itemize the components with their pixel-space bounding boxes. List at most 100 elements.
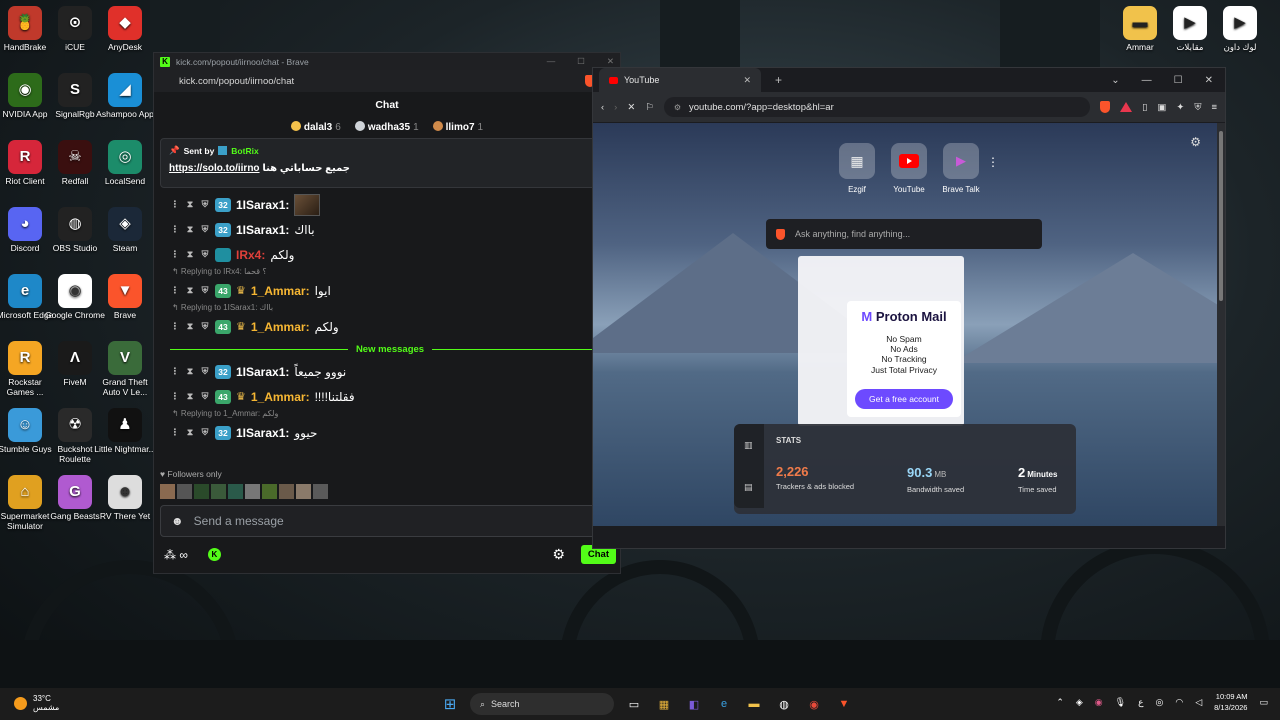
tray-app-icon[interactable]: ◈ bbox=[1076, 697, 1083, 708]
chatter-avatar[interactable] bbox=[194, 484, 209, 499]
leaderboard-entry[interactable]: llimo7 1 bbox=[432, 121, 483, 133]
vpn-icon[interactable]: ⛨ bbox=[1194, 102, 1201, 113]
reply-context[interactable]: ↰ Replying to 1ISarax1: بااك bbox=[170, 303, 610, 314]
language-indicator[interactable]: ع bbox=[1138, 697, 1143, 708]
desktop-app-icon[interactable]: V Grand Theft Auto V Le... bbox=[94, 341, 156, 398]
bot-name[interactable]: BotRix bbox=[231, 146, 258, 156]
brave-rewards-icon[interactable] bbox=[1120, 102, 1133, 112]
chat-message[interactable]: ⋮ ⧗ ⛨ 32 1ISarax1: نووو جميعاً bbox=[170, 359, 610, 384]
timeout-icon[interactable]: ⧗ bbox=[185, 391, 195, 402]
username[interactable]: 1ISarax1: bbox=[236, 223, 289, 237]
timeout-icon[interactable]: ⧗ bbox=[185, 249, 195, 260]
ad-cta-button[interactable]: Get a free account bbox=[855, 389, 953, 409]
chatter-avatar[interactable] bbox=[160, 484, 175, 499]
reply-context[interactable]: ↰ Replying to 1_Ammar: ولكم bbox=[170, 409, 610, 420]
chat-message[interactable]: ⋮ ⧗ ⛨ 43 ♛ 1_Ammar: !!!!فقلتنا bbox=[170, 384, 610, 409]
windows-start-icon[interactable]: ⊞ bbox=[440, 694, 460, 714]
leaderboard-entry[interactable]: wadha35 1 bbox=[354, 121, 419, 133]
chat-message[interactable]: ⋮ ⧗ ⛨ 43 ♛ 1_Ammar: ولكم bbox=[170, 314, 610, 339]
back-icon[interactable]: ‹ bbox=[601, 102, 604, 113]
desktop-app-icon[interactable]: ▼ Brave bbox=[94, 274, 156, 321]
username[interactable]: 1_Ammar: bbox=[251, 390, 310, 404]
stats-chart-icon[interactable]: ▥ bbox=[744, 440, 753, 451]
chat-address-bar[interactable]: kick.com/popout/iirnoo/chat bbox=[154, 70, 620, 92]
maximize-button[interactable]: ☐ bbox=[577, 56, 585, 67]
username[interactable]: IRx4: bbox=[236, 248, 265, 262]
username[interactable]: 1_Ammar: bbox=[251, 320, 310, 334]
edge-icon[interactable]: e bbox=[714, 694, 734, 714]
desktop-app-icon[interactable]: ▶ لوك داون bbox=[1209, 6, 1271, 53]
message-menu-icon[interactable]: ⋮ bbox=[170, 391, 180, 402]
tab-search-icon[interactable]: ⌄ bbox=[1111, 75, 1119, 86]
chat-message[interactable]: ⋮ ⧗ ⛨ 32 1ISarax1: بااك bbox=[170, 217, 610, 242]
message-menu-icon[interactable]: ⋮ bbox=[170, 321, 180, 332]
chatter-avatar[interactable] bbox=[245, 484, 260, 499]
timeout-icon[interactable]: ⧗ bbox=[185, 366, 195, 377]
microphone-icon[interactable]: 🎙 bbox=[1115, 697, 1126, 708]
clock[interactable]: 10:09 AM 8/13/2026 bbox=[1214, 692, 1247, 713]
address-bar[interactable]: ⚙ youtube.com/?app=desktop&hl=ar bbox=[663, 97, 1091, 117]
tray-app-icon[interactable]: ◉ bbox=[1095, 697, 1103, 708]
chatter-avatar[interactable] bbox=[296, 484, 311, 499]
menu-icon[interactable]: ≡ bbox=[1211, 102, 1217, 113]
maximize-button[interactable]: ☐ bbox=[1174, 75, 1183, 86]
timeout-icon[interactable]: ⧗ bbox=[185, 224, 195, 235]
widgets-icon[interactable]: ▦ bbox=[654, 694, 674, 714]
chat-message[interactable]: ⋮ ⧗ ⛨ 43 ♛ 1_Ammar: ايوا bbox=[170, 278, 610, 303]
pinned-link[interactable]: https://solo.to/iirno bbox=[169, 163, 260, 174]
top-site-tile[interactable]: ▦ Ezgif bbox=[837, 143, 877, 194]
stop-loading-icon[interactable]: ✕ bbox=[627, 102, 635, 113]
tab-youtube[interactable]: YouTube ✕ bbox=[599, 68, 761, 92]
username[interactable]: 1ISarax1: bbox=[236, 365, 289, 379]
new-tab-button[interactable]: + bbox=[775, 73, 782, 87]
message-menu-icon[interactable]: ⋮ bbox=[170, 249, 180, 260]
chat-message[interactable]: ⋮ ⧗ ⛨ 32 1ISarax1: bbox=[170, 192, 610, 217]
site-info-icon[interactable]: ⚙ bbox=[674, 103, 681, 112]
message-menu-icon[interactable]: ⋮ bbox=[170, 224, 180, 235]
desktop-app-icon[interactable]: ☻ RV There Yet bbox=[94, 475, 156, 522]
wallet-icon[interactable]: ▣ bbox=[1157, 102, 1166, 113]
leo-ai-icon[interactable]: ✦ bbox=[1176, 102, 1184, 113]
close-button[interactable]: ✕ bbox=[607, 56, 614, 67]
close-button[interactable]: ✕ bbox=[1205, 75, 1213, 86]
message-input[interactable]: ☻ Send a message bbox=[160, 505, 616, 537]
message-menu-icon[interactable]: ⋮ bbox=[170, 427, 180, 438]
desktop-app-icon[interactable]: ◆ AnyDesk bbox=[94, 6, 156, 53]
chat-message[interactable]: ⋮ ⧗ ⛨ IRx4: ولكم bbox=[170, 242, 610, 267]
wifi-icon[interactable]: ◠ bbox=[1175, 697, 1183, 708]
copilot-icon[interactable]: ◎ bbox=[1155, 697, 1163, 708]
username[interactable]: 1ISarax1: bbox=[236, 198, 289, 212]
taskbar-search[interactable]: ⌕ Search bbox=[470, 693, 614, 715]
desktop-app-icon[interactable]: ◈ Steam bbox=[94, 207, 156, 254]
tray-overflow-icon[interactable]: ⌃ bbox=[1056, 697, 1064, 708]
username[interactable]: 1_Ammar: bbox=[251, 284, 310, 298]
kick-points-icon[interactable]: K bbox=[207, 548, 221, 561]
brave-shields-icon[interactable] bbox=[1100, 101, 1111, 113]
chatter-avatar[interactable] bbox=[279, 484, 294, 499]
page-scrollbar[interactable] bbox=[1217, 123, 1225, 526]
close-tab-icon[interactable]: ✕ bbox=[743, 75, 751, 86]
search-box[interactable]: Ask anything, find anything... bbox=[766, 219, 1042, 249]
file-explorer-icon[interactable]: ▬ bbox=[744, 694, 764, 714]
weather-widget[interactable]: 33°C مشمس bbox=[14, 694, 59, 712]
message-menu-icon[interactable]: ⋮ bbox=[170, 199, 180, 210]
leaderboard-entry[interactable]: dalal3 6 bbox=[290, 121, 341, 133]
news-icon[interactable]: ▤ bbox=[744, 482, 753, 493]
chatter-avatar[interactable] bbox=[177, 484, 192, 499]
username[interactable]: 1ISarax1: bbox=[236, 426, 289, 440]
top-site-tile[interactable]: ▶ Brave Talk bbox=[941, 143, 981, 194]
chatter-avatar[interactable] bbox=[228, 484, 243, 499]
microsoft-365-icon[interactable]: ◧ bbox=[684, 694, 704, 714]
notifications-icon[interactable]: ▭ bbox=[1259, 697, 1268, 708]
infinity-icon[interactable]: ⁂ ∞ bbox=[164, 548, 188, 562]
chatter-avatar[interactable] bbox=[211, 484, 226, 499]
customize-settings-icon[interactable]: ⚙ bbox=[1190, 135, 1201, 149]
volume-icon[interactable]: ◁ bbox=[1195, 697, 1202, 708]
desktop-app-icon[interactable]: ◎ LocalSend bbox=[94, 140, 156, 187]
minimize-button[interactable]: — bbox=[1142, 75, 1152, 86]
timeout-icon[interactable]: ⧗ bbox=[185, 321, 195, 332]
chatter-avatar[interactable] bbox=[313, 484, 328, 499]
timeout-icon[interactable]: ⧗ bbox=[185, 199, 195, 210]
desktop-app-icon[interactable]: ♟ Little Nightmar... bbox=[94, 408, 156, 455]
chatter-avatar[interactable] bbox=[262, 484, 277, 499]
